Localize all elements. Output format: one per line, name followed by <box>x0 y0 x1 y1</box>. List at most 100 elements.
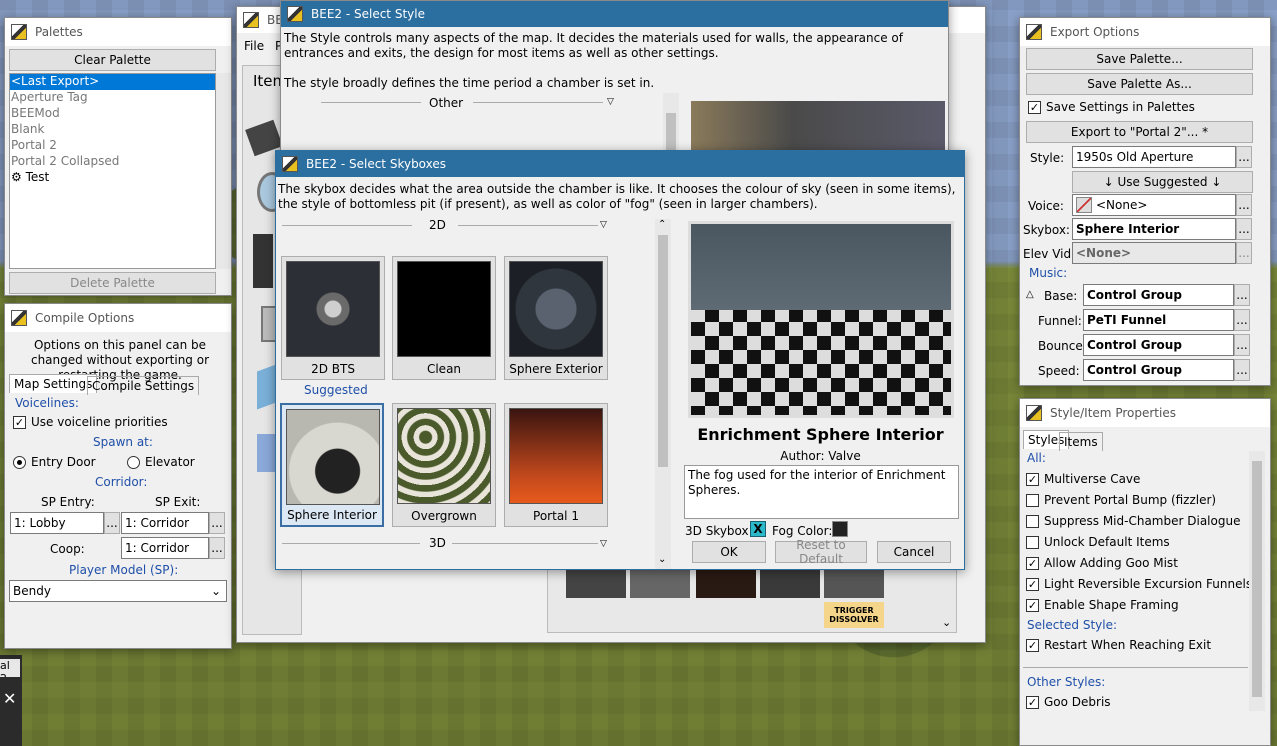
save-palette-button[interactable]: Save Palette... <box>1026 48 1253 70</box>
skybox-tile-overgrown[interactable]: Overgrown <box>392 403 496 527</box>
use-voiceline-checkbox[interactable]: ✓ Use voiceline priorities <box>13 415 168 429</box>
group-collapse-icon[interactable]: ▽ <box>600 220 607 230</box>
skybox-field[interactable]: Sphere Interior <box>1072 218 1236 240</box>
export-button[interactable]: Export to "Portal 2"... * <box>1026 121 1253 143</box>
checkbox-checked[interactable]: ✓ <box>1026 696 1039 709</box>
option-checkbox[interactable]: ✓ Light Reversible Excursion Funnels <box>1026 577 1252 591</box>
scroll-down-icon[interactable]: ⌄ <box>658 554 666 565</box>
tab-items[interactable]: Items <box>1059 432 1103 451</box>
palette-item[interactable]: Portal 2 Collapsed <box>10 154 215 170</box>
radio-selected[interactable] <box>13 456 26 469</box>
3d-skybox-checkbox[interactable]: X <box>750 521 766 537</box>
reset-to-default-button[interactable]: Reset to Default <box>775 538 867 566</box>
chevron-down-icon[interactable]: ⌄ <box>211 584 226 598</box>
skybox-tile-sphere-interior[interactable]: Sphere Interior <box>280 403 384 527</box>
checkbox-checked[interactable]: ✓ <box>1028 101 1041 114</box>
collapse-triangle-icon[interactable]: △ <box>1026 289 1034 300</box>
entry-door-radio[interactable]: Entry Door <box>13 455 96 469</box>
palette-item[interactable]: <Last Export> <box>10 74 215 90</box>
funnel-browse-button[interactable]: ... <box>1234 309 1250 331</box>
skybox-tile-clean[interactable]: Clean <box>392 256 496 380</box>
cancel-button[interactable]: Cancel <box>877 541 951 563</box>
palette-cell[interactable] <box>630 568 690 598</box>
palette-cell[interactable] <box>566 568 626 598</box>
skybox-browse-button[interactable]: ... <box>1236 218 1252 240</box>
restart-checkbox[interactable]: ✓ Restart When Reaching Exit <box>1026 638 1211 652</box>
save-settings-checkbox[interactable]: ✓ Save Settings in Palettes <box>1028 100 1195 114</box>
elevator-radio[interactable]: Elevator <box>127 455 195 469</box>
clear-palette-button[interactable]: Clear Palette <box>9 49 216 71</box>
palette-item[interactable]: Blank <box>10 122 215 138</box>
palettes-titlebar[interactable]: Palettes <box>5 18 231 46</box>
skybox-tile-sphere-exterior[interactable]: Sphere Exterior <box>504 256 608 380</box>
group-collapse-icon[interactable]: ▽ <box>607 97 614 107</box>
palette-list-scrollbar[interactable] <box>216 73 231 269</box>
palette-cell[interactable] <box>696 568 756 598</box>
delete-palette-button[interactable]: Delete Palette <box>9 272 216 294</box>
palette-cell[interactable] <box>824 568 884 598</box>
use-suggested-button[interactable]: ↓ Use Suggested ↓ <box>1072 171 1253 193</box>
bounce-browse-button[interactable]: ... <box>1234 334 1250 356</box>
taskbar-fragment[interactable]: al 2 ✕ <box>0 655 22 746</box>
coop-field[interactable]: 1: Corridor <box>121 537 209 559</box>
palette-cell[interactable] <box>760 568 820 598</box>
props-titlebar[interactable]: Style/Item Properties <box>1020 399 1270 427</box>
tab-map-settings[interactable]: Map Settings <box>9 374 98 393</box>
props-scrollbar[interactable] <box>1249 451 1265 711</box>
close-icon[interactable]: ✕ <box>3 689 16 708</box>
scroll-down-icon[interactable]: ⌄ <box>942 616 951 629</box>
checkbox-checked[interactable]: ✓ <box>1026 473 1039 486</box>
voice-browse-button[interactable]: ... <box>1236 194 1252 216</box>
radio-unselected[interactable] <box>127 456 140 469</box>
sp-exit-field[interactable]: 1: Corridor <box>121 512 209 534</box>
tab-compile-settings[interactable]: Compile Settings <box>87 376 200 395</box>
voice-field[interactable]: <None> <box>1072 194 1236 216</box>
style-field[interactable]: 1950s Old Aperture <box>1072 146 1236 168</box>
funnel-field[interactable]: PeTI Funnel <box>1083 309 1234 331</box>
goo-debris-checkbox[interactable]: ✓ Goo Debris <box>1026 695 1111 709</box>
elev-vid-field[interactable]: <None> <box>1072 242 1236 264</box>
checkbox-unchecked[interactable] <box>1026 536 1039 549</box>
checkbox-checked[interactable]: ✓ <box>1026 557 1039 570</box>
option-checkbox[interactable]: Prevent Portal Bump (fizzler) <box>1026 493 1216 507</box>
checkbox-checked[interactable]: ✓ <box>1026 599 1039 612</box>
palette-item[interactable]: Aperture Tag <box>10 90 215 106</box>
option-checkbox[interactable]: ✓ Multiverse Cave <box>1026 472 1140 486</box>
option-checkbox[interactable]: ✓ Enable Shape Framing <box>1026 598 1179 612</box>
menu-file[interactable]: File <box>244 39 264 53</box>
base-field[interactable]: Control Group <box>1083 284 1234 306</box>
palette-item-test[interactable]: ⚙ Test <box>10 170 215 186</box>
style-titlebar[interactable]: BEE2 - Select Style <box>281 1 948 27</box>
export-titlebar[interactable]: Export Options <box>1020 18 1270 46</box>
checkbox-unchecked[interactable] <box>1026 494 1039 507</box>
fog-color-swatch[interactable] <box>832 521 848 537</box>
trigger-dissolver-cell[interactable]: TRIGGER DISSOLVER <box>824 602 884 628</box>
skybox-tile-portal-1[interactable]: Portal 1 <box>504 403 608 527</box>
skybox-list-scrollbar[interactable]: ⌃ ⌄ <box>655 219 671 569</box>
style-browse-button[interactable]: ... <box>1236 146 1252 168</box>
sp-exit-browse-button[interactable]: ... <box>209 512 225 534</box>
palette-item[interactable]: Portal 2 <box>10 138 215 154</box>
checkbox-checked[interactable]: ✓ <box>13 416 26 429</box>
base-browse-button[interactable]: ... <box>1234 284 1250 306</box>
checkbox-unchecked[interactable] <box>1026 515 1039 528</box>
player-model-select[interactable]: Bendy ⌄ <box>9 580 227 602</box>
scroll-up-icon[interactable]: ⌃ <box>658 219 666 230</box>
item-icon[interactable] <box>253 234 273 288</box>
palette-list[interactable]: <Last Export> Aperture Tag BEEMod Blank … <box>9 73 216 269</box>
sp-entry-browse-button[interactable]: ... <box>104 512 120 534</box>
skybox-titlebar[interactable]: BEE2 - Select Skyboxes <box>276 151 964 177</box>
checkbox-checked[interactable]: ✓ <box>1026 639 1039 652</box>
compile-titlebar[interactable]: Compile Options <box>5 304 231 332</box>
elev-vid-browse-button[interactable]: ... <box>1236 242 1252 264</box>
coop-browse-button[interactable]: ... <box>209 537 225 559</box>
group-collapse-icon[interactable]: ▽ <box>600 539 607 549</box>
skybox-tile-2d-bts[interactable]: 2D BTS <box>281 256 385 380</box>
speed-browse-button[interactable]: ... <box>1234 359 1250 381</box>
palette-item[interactable]: BEEMod <box>10 106 215 122</box>
option-checkbox[interactable]: Unlock Default Items <box>1026 535 1170 549</box>
checkbox-checked[interactable]: ✓ <box>1026 578 1039 591</box>
option-checkbox[interactable]: ✓ Allow Adding Goo Mist <box>1026 556 1178 570</box>
sp-entry-field[interactable]: 1: Lobby <box>10 512 104 534</box>
speed-field[interactable]: Control Group <box>1083 359 1234 381</box>
